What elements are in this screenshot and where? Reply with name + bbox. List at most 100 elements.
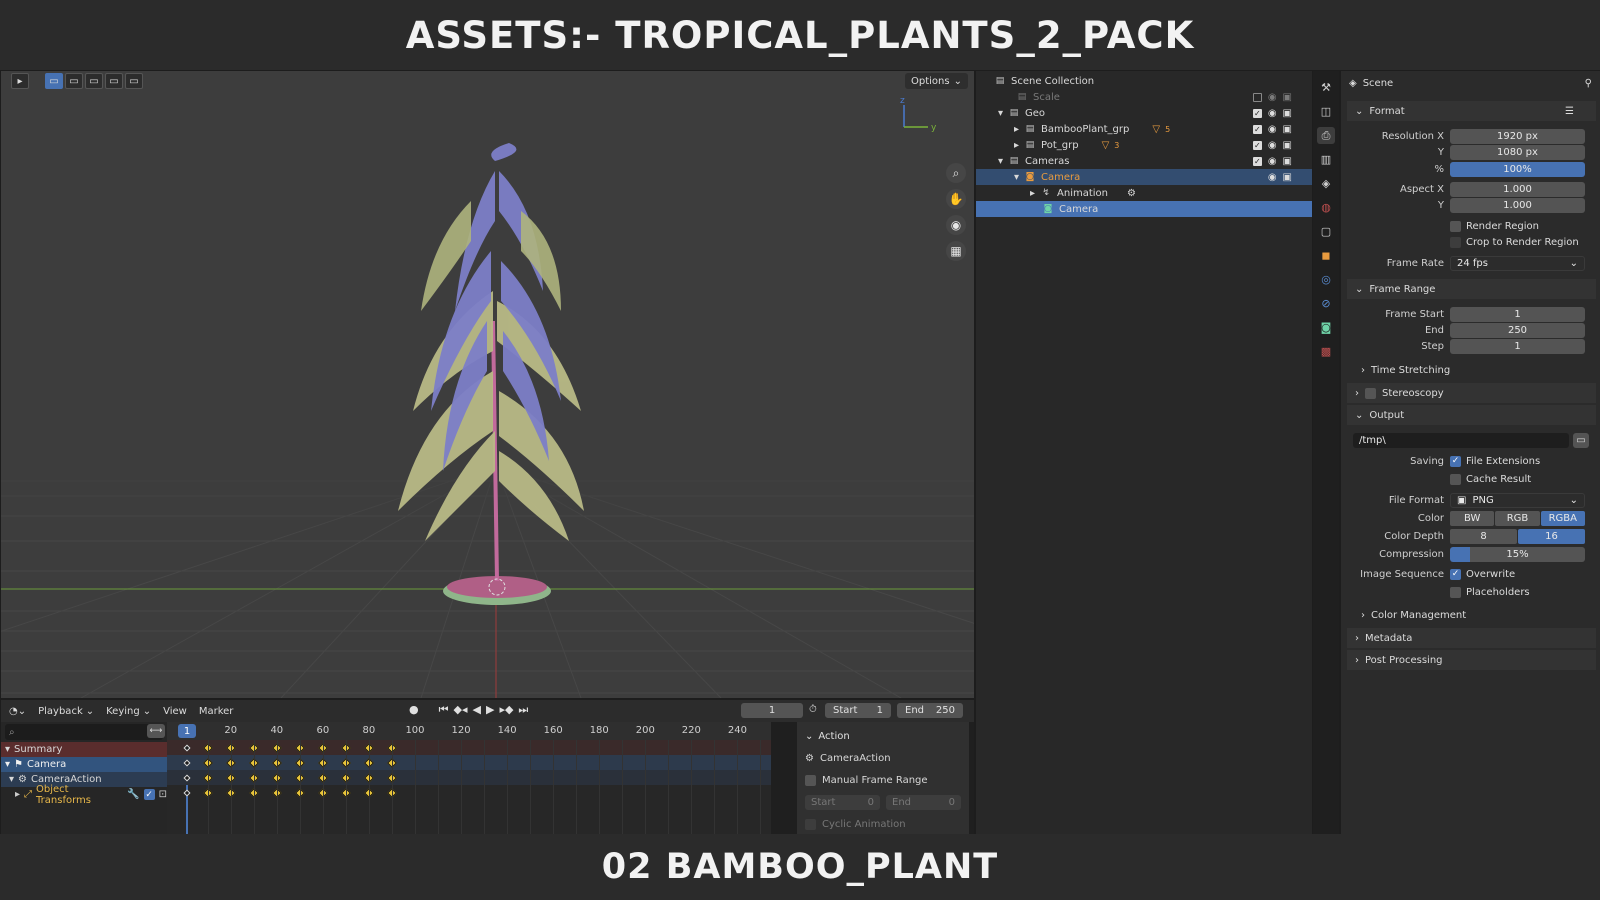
placeholders-checkbox[interactable] <box>1450 586 1461 598</box>
select-box-subtract-icon[interactable]: ▭ <box>85 73 103 89</box>
format-panel-header[interactable]: ⌄ Format ☰ <box>1347 101 1596 121</box>
channel-summary[interactable]: ▾ Summary <box>1 742 167 757</box>
pan-hand-icon[interactable]: ✋ <box>946 189 966 209</box>
object-tab-icon[interactable]: ◼ <box>1317 247 1335 264</box>
stereoscopy-panel-header[interactable]: › Stereoscopy <box>1347 383 1596 403</box>
eye-icon[interactable]: ◉ <box>1268 156 1277 167</box>
data-tab-icon[interactable]: ◙ <box>1317 319 1335 336</box>
keyframe[interactable] <box>183 743 191 752</box>
manual-frame-range-checkbox[interactable] <box>805 774 816 786</box>
tool-tab-icon[interactable]: ⚒ <box>1317 79 1335 96</box>
overwrite-toggle[interactable]: ✓ Overwrite <box>1450 568 1515 580</box>
outliner-item-bambooplant-grp[interactable]: ▸ ▤ BambooPlant_grp ▽ 5 ✓ ◉ ▣ <box>976 121 1312 137</box>
dopesheet-area[interactable]: 1 20 40 60 80 100 120 140 160 180 200 220 240 <box>167 722 771 834</box>
collapse-triangle-icon[interactable]: ▸ <box>1014 140 1019 151</box>
playback-menu[interactable]: Playback ⌄ <box>38 706 94 717</box>
action-end-field[interactable]: End 0 <box>886 794 961 810</box>
end-frame-field[interactable]: End 250 <box>897 703 963 718</box>
record-icon[interactable]: ● <box>409 703 419 717</box>
color-rgba-option[interactable]: RGBA <box>1540 510 1585 526</box>
time-stretching-subpanel[interactable]: › Time Stretching <box>1361 365 1450 376</box>
exclude-checkbox[interactable]: ✓ <box>1252 140 1262 150</box>
cache-result-toggle[interactable]: Cache Result <box>1450 473 1531 485</box>
render-camera-icon[interactable]: ▣ <box>1283 124 1292 135</box>
overwrite-checkbox[interactable]: ✓ <box>1450 568 1461 580</box>
bamboo-plant-model[interactable] <box>398 143 584 605</box>
swap-icon[interactable]: ⟷ <box>147 724 165 738</box>
render-tab-icon[interactable]: ◫ <box>1317 103 1335 120</box>
render-region-checkbox[interactable] <box>1450 220 1461 232</box>
output-panel-header[interactable]: ⌄ Output <box>1347 405 1596 425</box>
resolution-x-field[interactable]: 1920 px <box>1450 128 1585 144</box>
zoom-icon[interactable]: ⌕ <box>946 163 966 183</box>
render-camera-icon[interactable]: ▣ <box>1283 108 1292 119</box>
exclude-checkbox[interactable]: ✓ <box>1252 108 1262 118</box>
color-rgb-option[interactable]: RGB <box>1495 510 1540 526</box>
aspect-x-field[interactable]: 1.000 <box>1450 181 1585 197</box>
action-start-field[interactable]: Start 0 <box>805 794 880 810</box>
select-box-new-icon[interactable]: ▭ <box>45 73 63 89</box>
channel-camera[interactable]: ▾ ⚑ Camera <box>1 757 167 772</box>
collapse-triangle-icon[interactable]: ▸ <box>1030 188 1035 199</box>
outliner-item-camera-object[interactable]: ▾ ◙ Camera ◉ ▣ <box>976 169 1312 185</box>
file-format-dropdown[interactable]: ▣ PNG ⌄ <box>1450 492 1585 508</box>
color-depth-16-option[interactable]: 16 <box>1518 528 1585 544</box>
play-reverse-icon[interactable]: ◀ <box>473 703 481 717</box>
frame-end-field[interactable]: 250 <box>1450 322 1585 338</box>
color-depth-8-option[interactable]: 8 <box>1450 528 1517 544</box>
cyclic-animation-checkbox[interactable] <box>805 818 816 830</box>
outliner-scene-collection[interactable]: ▤ Scene Collection <box>976 73 1312 89</box>
collapse-triangle-icon[interactable]: ▸ <box>1014 124 1019 135</box>
view-layer-tab-icon[interactable]: ▥ <box>1317 151 1335 168</box>
expand-triangle-icon[interactable]: ▾ <box>5 774 14 785</box>
world-tab-icon[interactable]: ◍ <box>1317 199 1335 216</box>
eye-icon[interactable]: ◉ <box>1268 172 1277 183</box>
editor-type-icon[interactable]: ◔⌄ <box>9 706 26 717</box>
frame-rate-dropdown[interactable]: 24 fps ⌄ <box>1450 255 1585 271</box>
cache-result-checkbox[interactable] <box>1450 473 1461 485</box>
lock-icon[interactable]: ⊡ <box>159 789 167 800</box>
pin-icon[interactable]: ⚲ <box>1585 78 1592 89</box>
color-management-subpanel[interactable]: › Color Management <box>1361 610 1466 621</box>
resolution-percent-field[interactable]: 100% <box>1450 161 1585 177</box>
eye-icon[interactable]: ◉ <box>1268 92 1277 103</box>
eye-icon[interactable]: ◉ <box>1268 124 1277 135</box>
texture-tab-icon[interactable]: ▩ <box>1317 343 1335 360</box>
exclude-checkbox[interactable]: ✓ <box>1252 156 1262 166</box>
exclude-checkbox[interactable] <box>1252 92 1262 102</box>
eye-icon[interactable]: ◉ <box>1268 140 1277 151</box>
options-dropdown[interactable]: Options ⌄ <box>905 73 968 89</box>
output-tab-icon[interactable]: ⎙ <box>1317 127 1335 144</box>
crop-region-checkbox[interactable] <box>1450 236 1461 248</box>
collection-tab-icon[interactable]: ▢ <box>1317 223 1335 240</box>
channel-search-input[interactable]: ⌕ <box>5 724 163 740</box>
outliner-item-cameras[interactable]: ▾ ▤ Cameras ✓ ◉ ▣ <box>976 153 1312 169</box>
frame-ruler[interactable]: 1 20 40 60 80 100 120 140 160 180 200 220 240 <box>167 722 771 740</box>
jump-prev-keyframe-icon[interactable]: ◆◂ <box>454 703 468 717</box>
keyframe[interactable] <box>183 758 191 767</box>
play-icon[interactable]: ▶ <box>486 703 494 717</box>
outliner-item-geo[interactable]: ▾ ▤ Geo ✓ ◉ ▣ <box>976 105 1312 121</box>
color-bw-option[interactable]: BW <box>1450 510 1495 526</box>
jump-next-keyframe-icon[interactable]: ▸◆ <box>499 703 513 717</box>
outliner-item-camera-data[interactable]: ◙ Camera <box>976 201 1312 217</box>
3d-viewport[interactable]: ▸ ▭ ▭ ▭ ▭ ▭ Options ⌄ z y ⌕ ✋ ◉ ▦ <box>1 71 974 698</box>
view-menu[interactable]: View <box>163 706 187 717</box>
render-region-toggle[interactable]: Render Region <box>1450 220 1539 232</box>
jump-start-icon[interactable]: ⏮ <box>439 703 449 717</box>
wrench-icon[interactable]: 🔧 <box>127 789 139 800</box>
outliner-item-pot-grp[interactable]: ▸ ▤ Pot_grp ▽ 3 ✓ ◉ ▣ <box>976 137 1312 153</box>
start-frame-field[interactable]: Start 1 <box>825 703 891 718</box>
outliner-item-scale[interactable]: ▤ Scale ◉ ▣ <box>976 89 1312 105</box>
render-camera-icon[interactable]: ▣ <box>1283 92 1292 103</box>
aspect-y-field[interactable]: 1.000 <box>1450 197 1585 213</box>
crop-to-render-region-toggle[interactable]: Crop to Render Region <box>1450 236 1579 248</box>
jump-end-icon[interactable]: ⏭ <box>518 703 528 717</box>
outliner-item-animation[interactable]: ▸ ↯ Animation ⚙ <box>976 185 1312 201</box>
expand-triangle-icon[interactable]: ▾ <box>998 156 1003 167</box>
output-path-input[interactable]: /tmp\ <box>1353 432 1569 448</box>
select-tool-icon[interactable]: ▸ <box>11 73 29 89</box>
select-box-invert-icon[interactable]: ▭ <box>105 73 123 89</box>
presets-list-icon[interactable]: ☰ <box>1565 106 1574 117</box>
keying-menu[interactable]: Keying ⌄ <box>106 706 151 717</box>
